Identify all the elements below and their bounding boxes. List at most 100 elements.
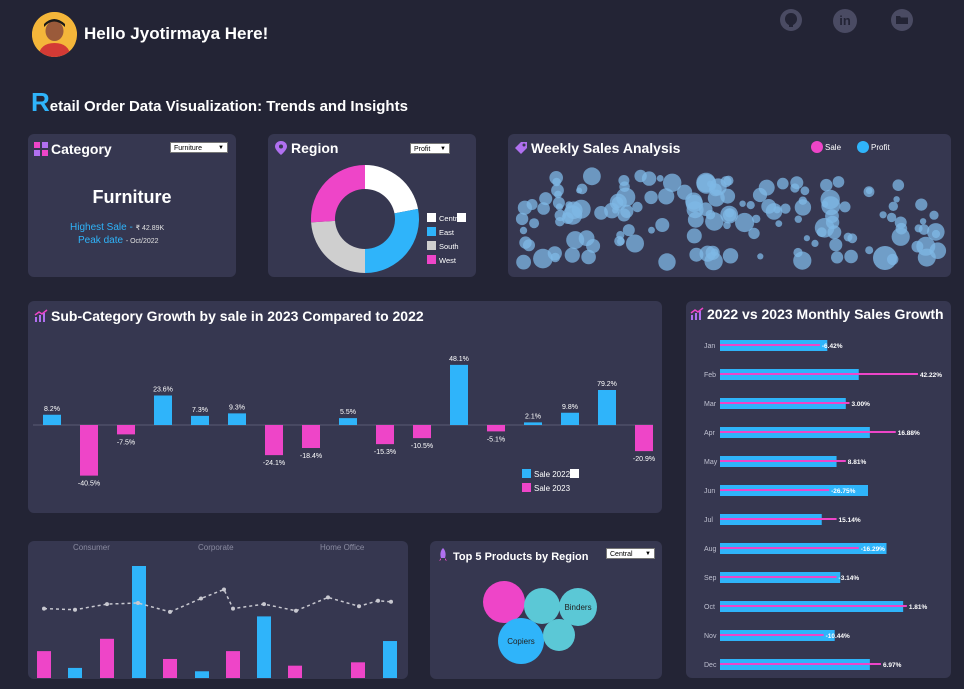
weekly-bubble xyxy=(583,167,601,186)
segment-bar-blue xyxy=(195,671,209,678)
month-bar-2023 xyxy=(720,663,881,665)
month-growth-label: -10.44% xyxy=(826,633,850,640)
month-bar-2023 xyxy=(720,402,850,404)
weekly-bubble xyxy=(888,201,898,211)
weekly-bubble xyxy=(931,229,941,239)
category-dropdown[interactable]: Furniture ▼ xyxy=(170,142,228,153)
weekly-bubble xyxy=(576,183,588,195)
weekly-bubble xyxy=(634,169,647,183)
month-label: Jun xyxy=(704,488,715,495)
subcat-bar xyxy=(80,425,98,476)
weekly-bubble xyxy=(656,175,664,182)
weekly-bubble xyxy=(571,199,591,219)
weekly-bubble xyxy=(533,248,553,269)
subcat-bar-label: 5.5% xyxy=(340,409,356,416)
github-icon[interactable] xyxy=(780,9,802,31)
month-growth-label: 8.81% xyxy=(848,459,867,466)
subcat-bar-label: 8.2% xyxy=(44,406,60,413)
weekly-bubble xyxy=(710,248,719,256)
weekly-bubble xyxy=(616,187,636,207)
weekly-bubble xyxy=(929,210,939,220)
subcat-bar xyxy=(524,422,542,425)
region-panel: Region Profit ▼ Centr East South West xyxy=(268,134,476,277)
weekly-bubble xyxy=(914,224,923,233)
weekly-bubble xyxy=(873,246,897,270)
greeting: Hello Jyotirmaya Here! xyxy=(84,24,269,43)
segment-line-point xyxy=(42,606,46,611)
subcategory-panel: Sub-Category Growth by sale in 2023 Comp… xyxy=(28,301,662,513)
weekly-bubble xyxy=(632,201,643,213)
weekly-bubble xyxy=(790,183,800,193)
subcat-bar-label: 23.6% xyxy=(153,387,173,394)
weekly-bubble xyxy=(891,227,910,246)
subcat-bar-label: -20.9% xyxy=(633,456,655,463)
subcat-bar xyxy=(450,364,468,425)
segment-line-point xyxy=(389,599,393,604)
month-label: May xyxy=(704,459,718,466)
weekly-bubble xyxy=(566,231,585,250)
donut-slice-east xyxy=(365,208,419,273)
segment-line-point xyxy=(326,595,330,600)
weekly-bubble xyxy=(614,236,625,247)
subcat-bar-label: 9.3% xyxy=(229,404,245,411)
weekly-bubble xyxy=(777,177,789,190)
segment-bar-blue xyxy=(257,616,271,678)
weekly-bubble xyxy=(517,200,532,215)
chevron-down-icon: ▼ xyxy=(440,146,446,152)
weekly-bubble xyxy=(844,249,858,264)
bubble-product-5 xyxy=(543,619,575,651)
month-bar-2023 xyxy=(720,518,837,520)
weekly-bubble xyxy=(626,234,644,253)
weekly-bubble xyxy=(523,239,535,252)
segment-bar-blue xyxy=(132,566,146,678)
weekly-bubble xyxy=(775,220,783,227)
segment-line-point xyxy=(357,604,361,609)
weekly-bubble xyxy=(794,215,802,223)
legend-item-west: West xyxy=(427,255,466,269)
month-growth-label: -26.75% xyxy=(831,488,855,495)
segment-bar-pink xyxy=(100,638,114,678)
segment-line-point xyxy=(222,587,226,592)
month-label: Dec xyxy=(704,662,717,669)
month-bar-2023 xyxy=(720,634,824,636)
weekly-bubble xyxy=(658,253,676,271)
segment-bar-blue xyxy=(383,641,397,678)
weekly-bubble xyxy=(793,251,812,270)
legend-item-east: East xyxy=(427,227,466,241)
linkedin-icon[interactable]: in xyxy=(833,9,857,33)
subcat-bar xyxy=(191,415,209,425)
weekly-bubble xyxy=(863,186,875,198)
subcat-bar-label: 9.8% xyxy=(562,404,578,411)
weekly-bubble xyxy=(839,201,851,213)
weekly-bubble xyxy=(519,226,528,235)
weekly-bubble xyxy=(644,190,658,205)
weekly-bubble xyxy=(658,188,675,205)
peak-date-row: Peak date - Oct/2022 xyxy=(78,235,159,246)
month-label: Oct xyxy=(704,604,715,611)
grid-icon xyxy=(34,142,48,156)
weekly-bubble xyxy=(821,201,829,208)
subcat-bar-label: -7.5% xyxy=(117,439,135,446)
month-growth-label: 1.81% xyxy=(909,604,928,611)
weekly-bubble xyxy=(686,228,702,244)
weekly-bubble xyxy=(886,212,897,223)
weekly-bubble xyxy=(586,239,601,253)
subcat-bar-label: -24.1% xyxy=(263,460,285,467)
month-label: Sep xyxy=(704,575,717,582)
month-growth-label: 16.88% xyxy=(898,430,920,437)
location-icon xyxy=(275,141,287,155)
subcat-bar-label: -40.5% xyxy=(78,481,100,488)
folder-icon[interactable] xyxy=(891,9,913,31)
region-dropdown[interactable]: Profit ▼ xyxy=(410,143,450,154)
subcategory-bar-chart: 8.2% -40.5% -7.5% 23.6% 7.3% 9.3% -24.1% -18.4%… xyxy=(33,356,655,488)
weekly-bubble xyxy=(919,218,927,225)
weekly-bubble xyxy=(516,254,531,270)
weekly-bubble xyxy=(705,212,724,231)
region-legend: Centr East South West xyxy=(427,213,467,269)
weekly-bubble xyxy=(811,239,819,247)
subcat-bar xyxy=(413,425,431,439)
page-title: Retail Order Data Visualization: Trends … xyxy=(31,87,408,118)
subcat-bar xyxy=(339,418,357,425)
subcat-bar xyxy=(265,425,283,456)
weekly-bubble-chart xyxy=(515,167,947,271)
